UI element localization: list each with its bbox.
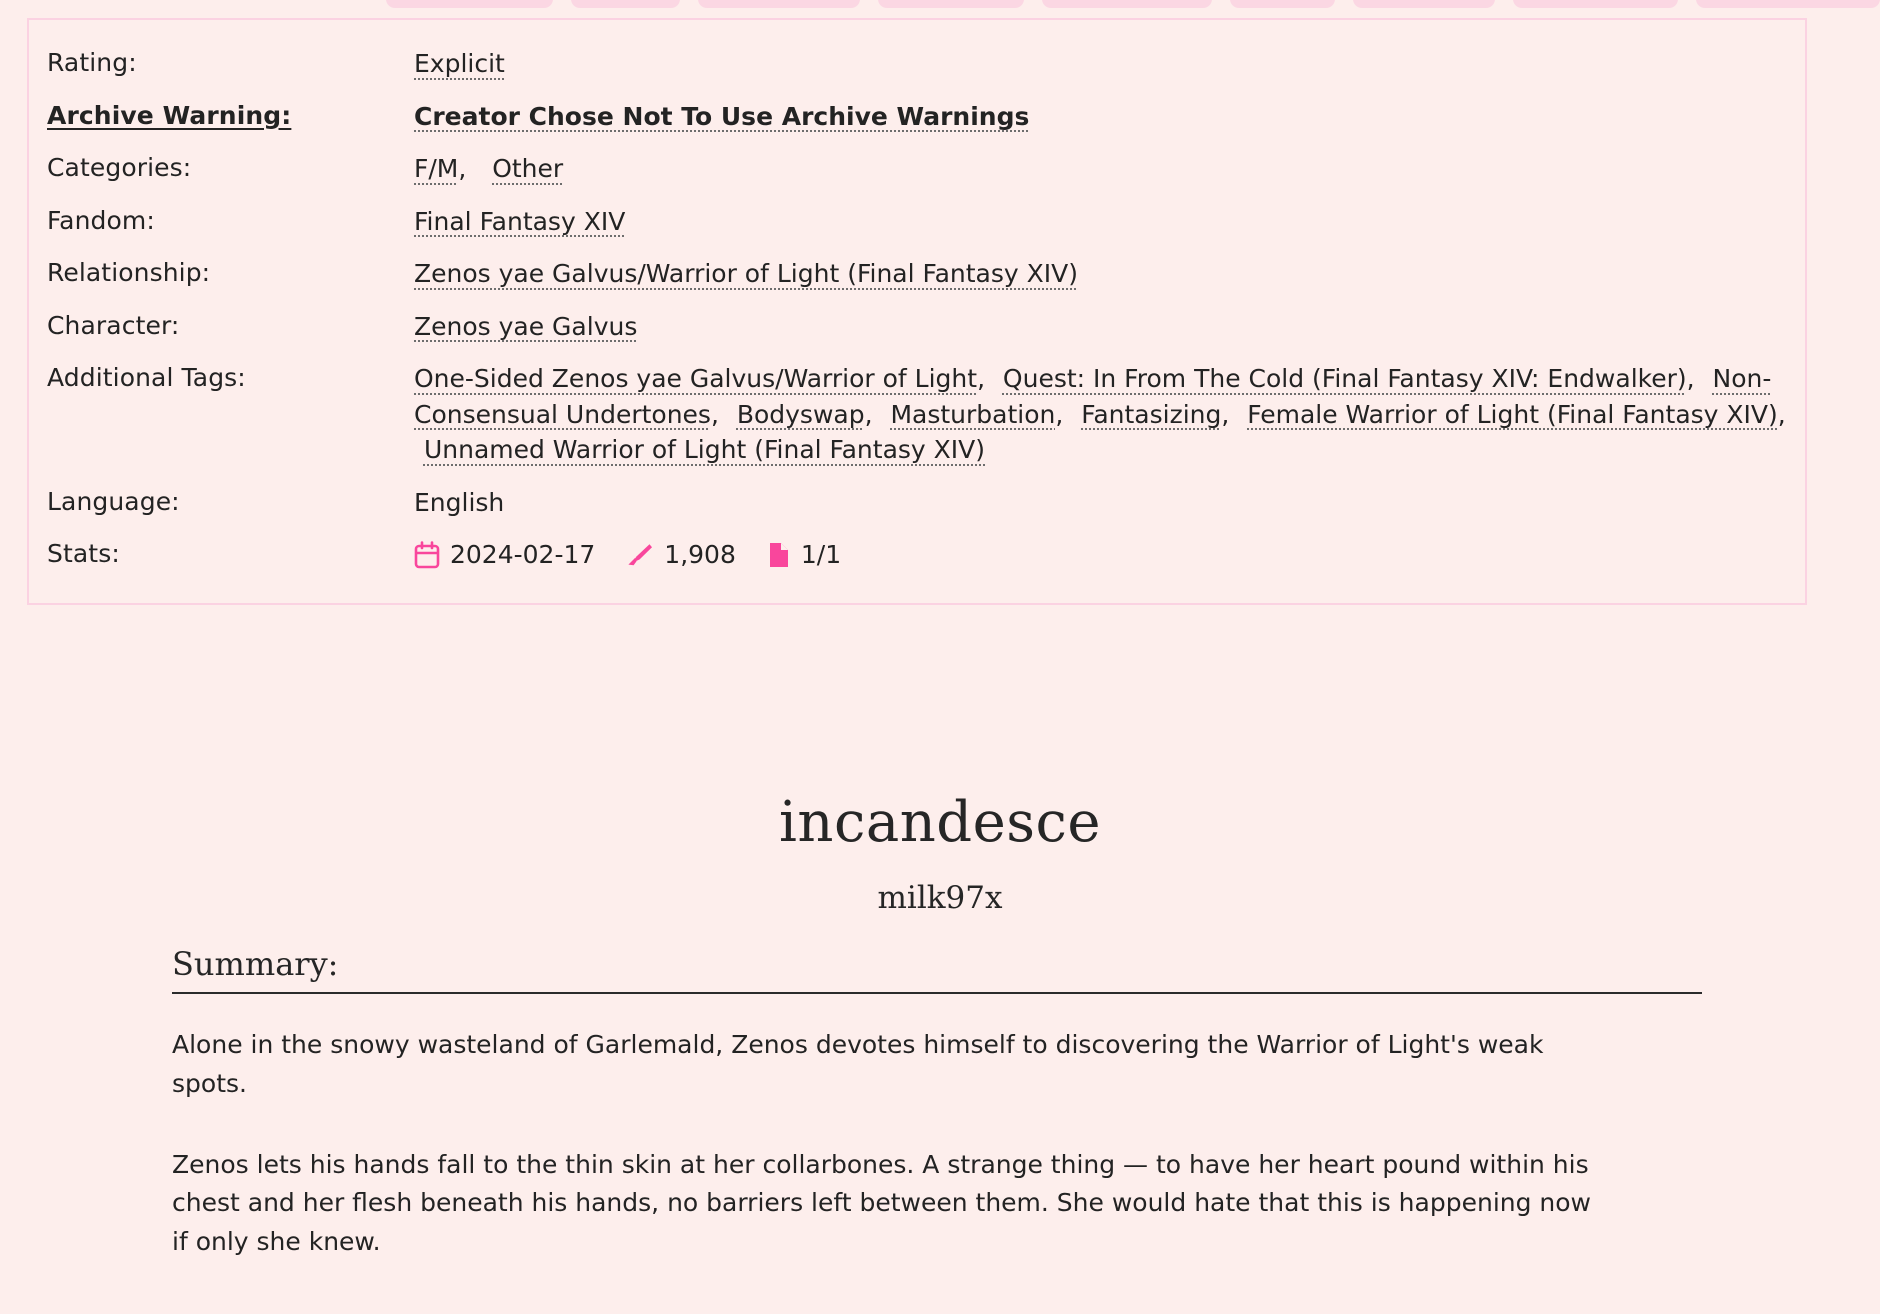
stat-published-date: 2024-02-17 [414, 537, 595, 573]
meta-value-language: English [414, 487, 505, 517]
archive-warning-link[interactable]: Creator Chose Not To Use Archive Warning… [414, 102, 1029, 131]
work-meta-box: Rating: Explicit Archive Warning: Creato… [27, 18, 1807, 605]
additional-tag-link[interactable]: Unnamed Warrior of Light (Final Fantasy … [424, 435, 985, 464]
additional-tag-link[interactable]: Quest: In From The Cold (Final Fantasy X… [1003, 364, 1687, 393]
category-link-other[interactable]: Other [492, 154, 563, 183]
summary-paragraph: Alone in the snowy wasteland of Garlemal… [172, 1030, 1544, 1098]
meta-value-archive-warning: Creator Chose Not To Use Archive Warning… [414, 99, 1805, 135]
tag-chip[interactable] [1512, 0, 1679, 8]
author-link[interactable]: milk97x [878, 880, 1003, 916]
meta-label-stats: Stats: [47, 539, 120, 568]
meta-row-additional-tags: Additional Tags: One-Sided Zenos yae Gal… [29, 361, 1805, 468]
stat-chapters: 1/1 [767, 537, 841, 573]
category-link-fm[interactable]: F/M [414, 154, 458, 183]
meta-value-additional-tags: One-Sided Zenos yae Galvus/Warrior of Li… [414, 364, 1786, 464]
word-count-value: 1,908 [664, 540, 736, 569]
relationship-link[interactable]: Zenos yae Galvus/Warrior of Light (Final… [414, 259, 1078, 288]
meta-label-character: Character: [47, 310, 180, 340]
tag-chip[interactable] [1229, 0, 1336, 8]
meta-label-archive-warning: Archive Warning: [47, 100, 292, 130]
tag-chip[interactable] [1696, 0, 1880, 8]
document-icon [767, 541, 791, 569]
meta-value-character: Zenos yae Galvus [414, 309, 1805, 345]
meta-value-fandom: Final Fantasy XIV [414, 204, 1805, 240]
meta-row-fandom: Fandom: Final Fantasy XIV [29, 204, 1805, 240]
meta-row-relationship: Relationship: Zenos yae Galvus/Warrior o… [29, 256, 1805, 292]
additional-tag-link[interactable]: Bodyswap [737, 400, 865, 429]
pencil-icon [626, 541, 654, 569]
character-link[interactable]: Zenos yae Galvus [414, 312, 637, 341]
tag-chip[interactable] [571, 0, 680, 8]
meta-value-categories: F/M, Other [414, 154, 564, 183]
meta-label-categories: Categories: [47, 153, 192, 182]
page-title: incandesce [778, 790, 1102, 855]
meta-value-relationship: Zenos yae Galvus/Warrior of Light (Final… [414, 256, 1805, 292]
meta-label-fandom: Fandom: [47, 205, 155, 235]
rating-link[interactable]: Explicit [414, 49, 505, 78]
tag-chip[interactable] [878, 0, 1025, 8]
chapters-value: 1/1 [800, 540, 842, 569]
author-byline: milk97x [0, 880, 1880, 916]
meta-row-stats: Stats: 2024-02-17 1,908 1/1 [29, 537, 1805, 573]
meta-label-language: Language: [47, 486, 180, 516]
fandom-link[interactable]: Final Fantasy XIV [414, 207, 625, 236]
stat-word-count: 1,908 [626, 537, 736, 573]
published-date-value: 2024-02-17 [450, 540, 596, 569]
additional-tag-link[interactable]: One-Sided Zenos yae Galvus/Warrior of Li… [414, 364, 977, 393]
meta-row-categories: Categories: F/M, Other [29, 151, 1805, 187]
meta-label-additional-tags: Additional Tags: [47, 363, 246, 392]
meta-row-rating: Rating: Explicit [29, 46, 1805, 82]
meta-row-archive-warning: Archive Warning: Creator Chose Not To Us… [29, 99, 1805, 135]
meta-label-relationship: Relationship: [47, 258, 211, 287]
calendar-icon [414, 540, 440, 569]
meta-row-language: Language: English [29, 485, 1805, 521]
meta-value-rating: Explicit [414, 46, 1805, 82]
additional-tag-link[interactable]: Female Warrior of Light (Final Fantasy X… [1247, 400, 1778, 429]
summary-block: Summary: Alone in the snowy wasteland of… [172, 945, 1702, 1262]
meta-row-character: Character: Zenos yae Galvus [29, 309, 1805, 345]
tag-chip[interactable] [697, 0, 861, 8]
summary-heading: Summary: [172, 945, 1702, 994]
summary-paragraph: Zenos lets his hands fall to the thin sk… [172, 1149, 1592, 1257]
meta-value-stats: 2024-02-17 1,908 1/1 [414, 537, 1805, 573]
tag-chip[interactable] [1353, 0, 1495, 8]
tag-chip[interactable] [1042, 0, 1212, 8]
additional-tag-link[interactable]: Fantasizing [1081, 400, 1221, 429]
additional-tag-link[interactable]: Masturbation [890, 400, 1055, 429]
tag-chip[interactable] [386, 0, 554, 8]
tag-chip-strip [0, 0, 1880, 8]
meta-label-rating: Rating: [47, 48, 137, 77]
